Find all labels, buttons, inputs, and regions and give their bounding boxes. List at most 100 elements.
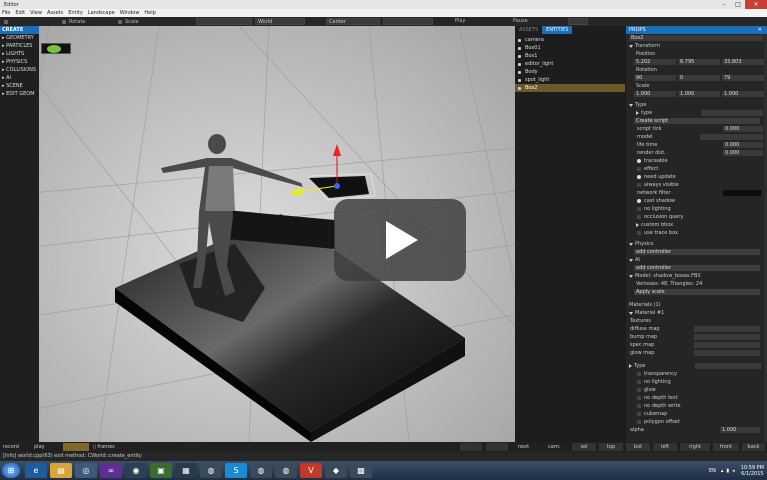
scale-x-field[interactable]: 1.000 — [634, 91, 676, 97]
folder-icon[interactable]: ▤ — [50, 463, 72, 478]
view-top-button[interactable]: top — [599, 443, 623, 451]
rotation-x-field[interactable]: 90 — [634, 75, 676, 81]
visual-studio-icon[interactable]: ∞ — [100, 463, 122, 478]
script-tick-field[interactable]: 0.000 — [723, 126, 763, 132]
no-lighting-checkbox[interactable]: no lighting — [626, 205, 767, 213]
rotation-y-field[interactable]: 0 — [678, 75, 720, 81]
start-button[interactable]: ⊞ — [2, 463, 20, 478]
view-right-button[interactable]: right — [680, 443, 710, 451]
ai-section[interactable]: AI — [626, 256, 767, 264]
timeline-play-button[interactable]: play — [34, 443, 45, 451]
close-icon[interactable]: ✕ — [745, 0, 767, 9]
scale-y-field[interactable]: 1.000 — [678, 91, 720, 97]
entity-box1[interactable]: Box1 — [515, 52, 625, 60]
volume-icon[interactable]: ◂ — [732, 468, 735, 474]
need-update-checkbox[interactable]: need update — [626, 173, 767, 181]
play-button[interactable]: Play — [455, 18, 465, 25]
rotation-z-field[interactable]: 79 — [722, 75, 764, 81]
chrome-icon-3[interactable]: ◍ — [275, 463, 297, 478]
traceable-checkbox[interactable]: traceable — [626, 157, 767, 165]
chrome-icon[interactable]: ◍ — [200, 463, 222, 478]
life-time-field[interactable]: 0.000 — [723, 142, 763, 148]
model-section[interactable]: Model: shadow_boxes.FBX — [626, 272, 767, 280]
entity-spot-light[interactable]: spot_light — [515, 76, 625, 84]
entity-name-field[interactable]: Box2 — [629, 35, 763, 41]
tab-entities[interactable]: ENTITIES — [542, 26, 573, 34]
create-edit-geom[interactable]: ▸ EDIT GEOM — [0, 90, 39, 98]
vivaldi-icon[interactable]: V — [300, 463, 322, 478]
scale-z-field[interactable]: 1.000 — [722, 91, 764, 97]
glow-map-field[interactable] — [694, 350, 760, 356]
entity-editor-light[interactable]: editor_light — [515, 60, 625, 68]
scale-tool[interactable]: Scale — [118, 17, 138, 26]
position-y-field[interactable]: 6.795 — [678, 59, 720, 65]
alpha-field[interactable]: 1.000 — [720, 427, 760, 433]
type-row[interactable]: type — [626, 109, 767, 117]
menu-window[interactable]: Window — [120, 10, 140, 16]
create-script-button[interactable]: Create script — [634, 118, 760, 124]
network-filter-field[interactable] — [723, 190, 761, 196]
video-play-overlay[interactable] — [334, 199, 466, 281]
create-scene[interactable]: ▸ SCENE — [0, 82, 39, 90]
position-x-field[interactable]: 5.202 — [634, 59, 676, 65]
view-front-button[interactable]: front — [713, 443, 739, 451]
no-depth-test-checkbox[interactable]: no depth test — [626, 394, 767, 402]
create-ai[interactable]: ▸ AI — [0, 74, 39, 82]
use-trace-box-checkbox[interactable]: use trace box — [626, 229, 767, 237]
app-icon[interactable]: ▣ — [150, 463, 172, 478]
space-select[interactable]: World — [255, 18, 305, 25]
menu-landscape[interactable]: Landscape — [88, 10, 115, 16]
view-back-button[interactable]: back — [742, 443, 765, 451]
occlusion-query-checkbox[interactable]: occlusion query — [626, 213, 767, 221]
menu-help[interactable]: Help — [144, 10, 155, 16]
goto-button[interactable] — [486, 443, 508, 451]
type-field[interactable] — [701, 110, 763, 116]
tab-assets[interactable]: ASSETS — [515, 26, 542, 34]
menu-assets[interactable]: Assets — [47, 10, 63, 16]
chrome-icon-2[interactable]: ◍ — [250, 463, 272, 478]
media-icon[interactable]: ◎ — [75, 463, 97, 478]
frames-field[interactable] — [63, 443, 89, 451]
snap-field[interactable] — [196, 18, 252, 25]
move-tool[interactable] — [4, 17, 11, 26]
type-section[interactable]: Type — [626, 101, 767, 109]
create-collisions[interactable]: ▸ COLLISIONS — [0, 66, 39, 74]
entity-box01[interactable]: Box01 — [515, 44, 625, 52]
menu-view[interactable]: View — [30, 10, 42, 16]
tool-icon[interactable]: ▩ — [350, 463, 372, 478]
cubemap-checkbox[interactable]: cubemap — [626, 410, 767, 418]
entity-body[interactable]: Body — [515, 68, 625, 76]
entity-box2[interactable]: Box2 — [515, 84, 625, 92]
entity-camera[interactable]: camera — [515, 36, 625, 44]
view-bot-button[interactable]: bot — [626, 443, 650, 451]
maximize-icon[interactable]: □ — [731, 0, 745, 9]
next-button[interactable]: next — [518, 443, 529, 451]
menu-edit[interactable]: Edit — [15, 10, 25, 16]
no-depth-write-checkbox[interactable]: no depth write — [626, 402, 767, 410]
rotate-tool[interactable]: Rotate — [62, 17, 85, 26]
material-type-row[interactable]: Type — [626, 362, 767, 370]
tray-arrow-icon[interactable]: ▴ — [721, 468, 724, 474]
mat-no-lighting-checkbox[interactable]: no lighting — [626, 378, 767, 386]
create-header[interactable]: CREATE — [0, 26, 39, 34]
material-section[interactable]: Material #1 — [626, 309, 767, 317]
bump-map-field[interactable] — [694, 334, 760, 340]
render-dist-field[interactable]: 0.000 — [723, 150, 763, 156]
physics-add-controller-button[interactable]: add controller — [634, 249, 760, 255]
glow-checkbox[interactable]: glow — [626, 386, 767, 394]
polygon-offset-checkbox[interactable]: polygon offset — [626, 418, 767, 426]
minimize-icon[interactable]: – — [717, 0, 731, 9]
menu-file[interactable]: File — [2, 10, 10, 16]
effect-checkbox[interactable]: effect — [626, 165, 767, 173]
ai-add-controller-button[interactable]: add controller — [634, 265, 760, 271]
view-left-button[interactable]: left — [653, 443, 677, 451]
stop-field[interactable] — [568, 18, 588, 25]
transform-section[interactable]: Transform — [626, 42, 767, 50]
clock[interactable]: 10:59 PM 6/1/2015 — [741, 465, 764, 477]
skype-icon[interactable]: S — [225, 463, 247, 478]
pause-button[interactable]: Pause — [513, 18, 528, 25]
gizmo-center[interactable] — [334, 183, 340, 189]
steam-icon[interactable]: ◉ — [125, 463, 147, 478]
create-geometry[interactable]: ▸ GEOMETRY — [0, 34, 39, 42]
nvidia-icon[interactable]: ◆ — [325, 463, 347, 478]
